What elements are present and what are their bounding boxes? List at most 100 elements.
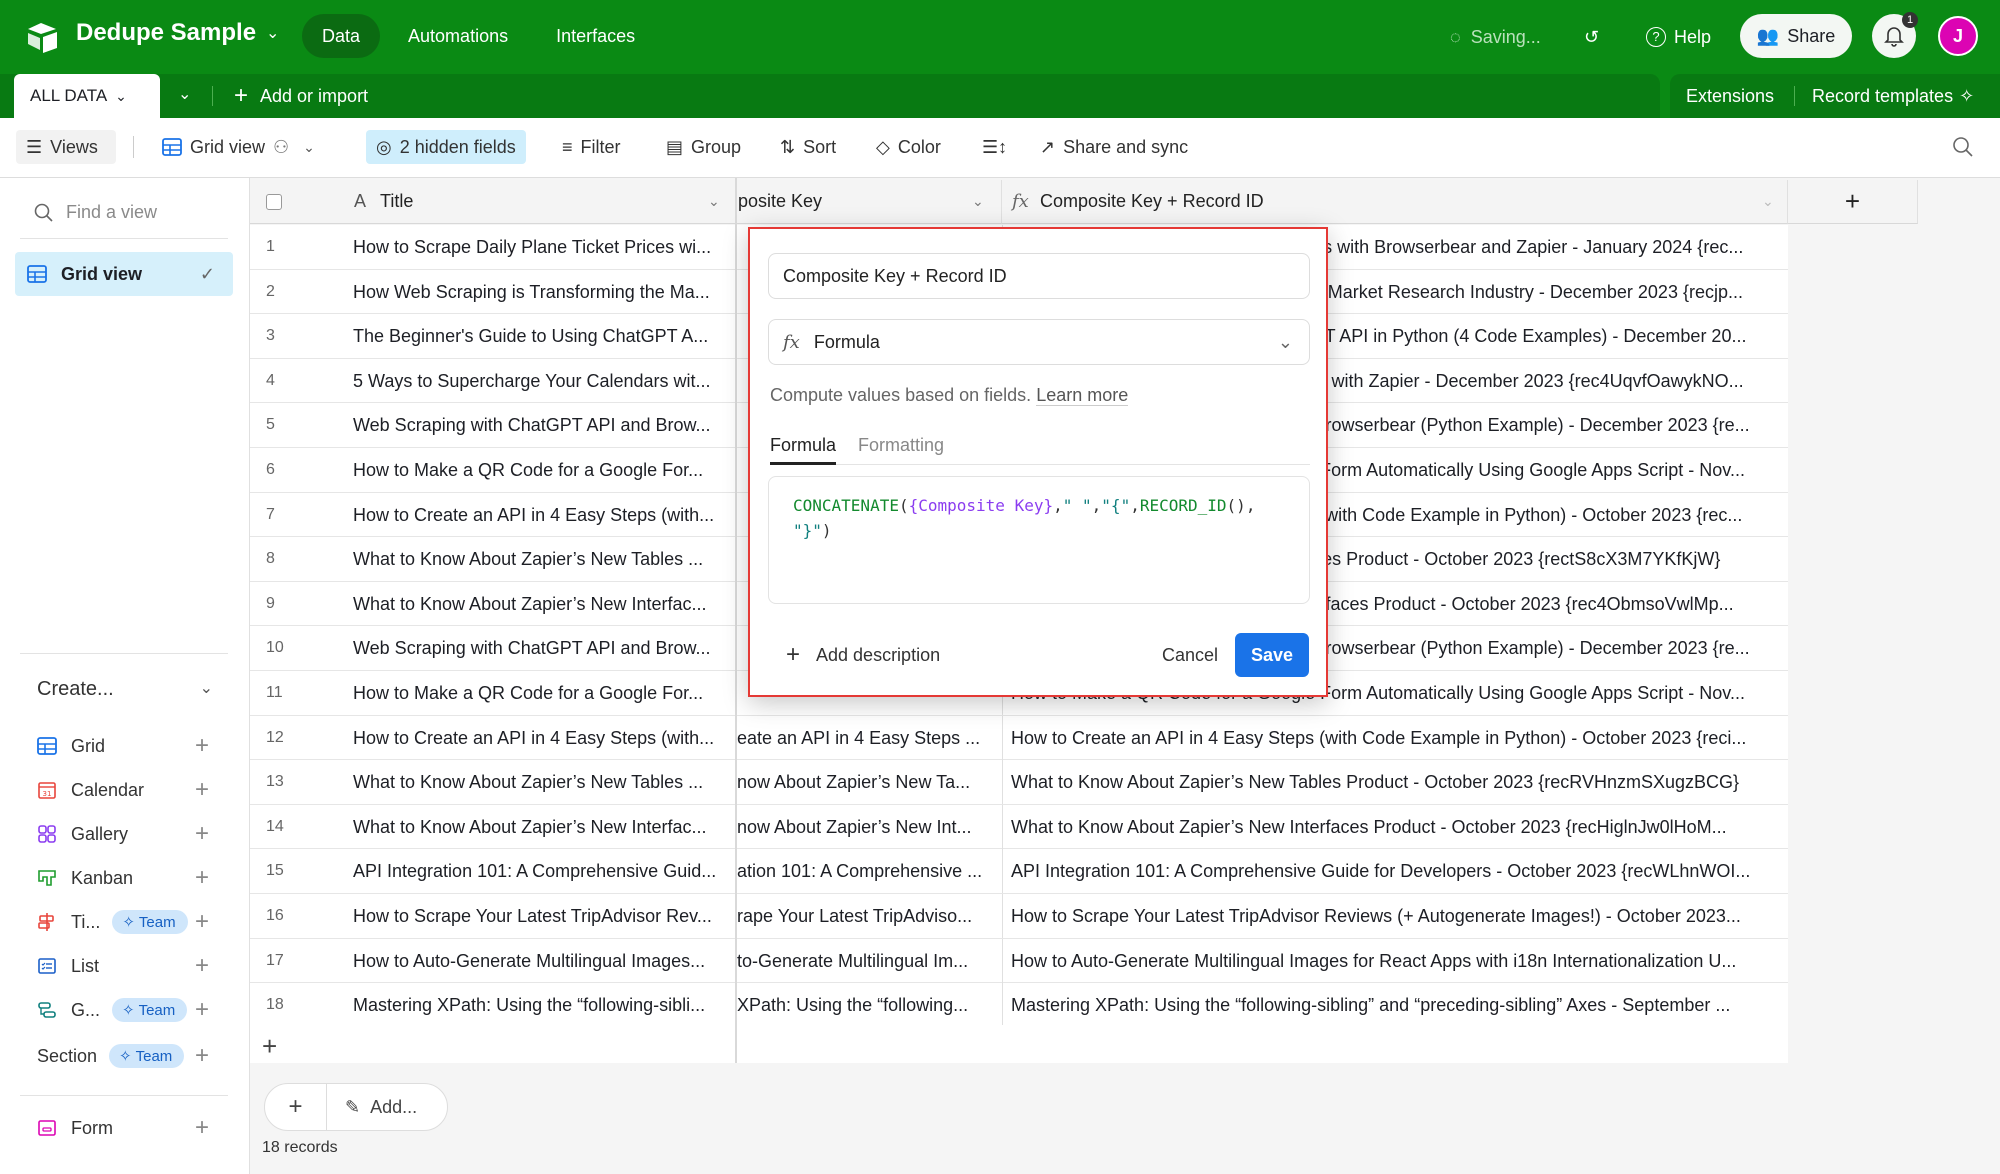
cell-composite-key[interactable]: eate an API in 4 Easy Steps ... [736,715,1034,760]
create-section[interactable]: Section ✧ Team + [37,1041,213,1071]
cell-title[interactable]: How to Auto-Generate Multilingual Images… [353,939,745,983]
cell-composite-key-record-id[interactable]: What to Know About Zapier’s New Interfac… [1002,804,1780,849]
table-row[interactable]: 13 What to Know About Zapier’s New Tables… [250,760,1788,805]
row-number[interactable]: 12 [266,716,306,760]
plus-icon[interactable]: + [195,908,209,936]
tables-dropdown-chevron-icon[interactable]: ⌄ [178,84,191,104]
create-grid-view[interactable]: Grid + [37,731,213,761]
cell-composite-key-record-id[interactable]: Mastering XPath: Using the “following-si… [1002,983,1780,1028]
table-row[interactable]: 14 What to Know About Zapier’s New Interf… [250,804,1788,850]
learn-more-link[interactable]: Learn more [1036,385,1129,406]
create-gantt-view[interactable]: G... ✧ Team + [37,995,213,1025]
plus-icon[interactable]: + [195,776,209,804]
table-row[interactable]: 15 API Integration 101: A Comprehensive G… [250,849,1788,894]
cell-title[interactable]: What to Know About Zapier’s New Interfac… [353,582,745,626]
hidden-fields-button[interactable]: ◎ 2 hidden fields [366,130,526,164]
cell-title[interactable]: What to Know About Zapier’s New Tables .… [353,537,745,581]
field-type-select[interactable]: fx Formula ⌄ [768,319,1310,365]
title-column-header[interactable]: A Title ⌄ [250,180,736,224]
chevron-down-icon[interactable]: ⌄ [972,193,984,210]
cell-title[interactable]: How Web Scraping is Transforming the Ma.… [353,270,745,314]
plus-icon[interactable]: + [195,732,209,760]
cell-title[interactable]: Mastering XPath: Using the “following-si… [353,983,745,1027]
cell-composite-key-record-id[interactable]: How to Auto-Generate Multilingual Images… [1002,938,1780,983]
cell-title[interactable]: API Integration 101: A Comprehensive Gui… [353,849,745,893]
nav-automations[interactable]: Automations [388,14,528,58]
avatar[interactable]: J [1938,16,1978,56]
formula-editor[interactable]: CONCATENATE({Composite Key}," ","{",RECO… [768,476,1310,604]
cell-composite-key[interactable]: now About Zapier’s New Ta... [736,760,1034,805]
cell-title[interactable]: How to Scrape Your Latest TripAdvisor Re… [353,894,745,938]
cell-title[interactable]: How to Create an API in 4 Easy Steps (wi… [353,493,745,537]
airtable-logo-icon[interactable] [26,20,60,54]
tab-all-data[interactable]: ALL DATA ⌄ [14,74,160,118]
cell-composite-key-record-id[interactable]: What to Know About Zapier’s New Tables P… [1002,760,1780,805]
select-all-checkbox[interactable] [266,193,282,210]
cell-composite-key[interactable]: XPath: Using the “following... [736,983,1034,1028]
create-timeline-view[interactable]: Ti... ✧ Team + [37,907,213,937]
create-list-view[interactable]: List + [37,951,213,981]
search-icon[interactable] [1952,136,1974,158]
row-number[interactable]: 13 [266,760,306,804]
grid-view-switcher[interactable]: Grid view ⚇ ⌄ [152,130,325,164]
row-number[interactable]: 7 [266,493,306,537]
row-number[interactable]: 10 [266,626,306,670]
row-number[interactable]: 17 [266,939,306,983]
row-number[interactable]: 9 [266,582,306,626]
sidebar-item-grid-view[interactable]: Grid view ✓ [15,252,233,296]
filter-button[interactable]: ≡ Filter [552,130,631,164]
row-number[interactable]: 3 [266,314,306,358]
plus-icon[interactable]: + [195,952,209,980]
cell-title[interactable]: What to Know About Zapier’s New Tables .… [353,760,745,804]
table-row[interactable]: 18 Mastering XPath: Using the “following-… [250,983,1788,1028]
composite-key-column-header[interactable]: Composite Key ⌄ [736,180,1002,224]
create-gallery-view[interactable]: Gallery + [37,819,213,849]
cell-composite-key-record-id[interactable]: How to Scrape Your Latest TripAdvisor Re… [1002,894,1780,938]
share-button[interactable]: 👥 Share [1740,14,1852,58]
cell-composite-key[interactable]: ation 101: A Comprehensive ... [736,849,1034,894]
help-button[interactable]: ? Help [1646,0,1711,74]
nav-interfaces[interactable]: Interfaces [536,14,655,58]
add-field-button[interactable]: + [1788,180,1918,224]
add-or-import-button[interactable]: + Add or import [234,74,368,118]
create-calendar-view[interactable]: 31 Calendar + [37,775,213,805]
cell-title[interactable]: The Beginner's Guide to Using ChatGPT A.… [353,314,745,358]
row-number[interactable]: 16 [266,894,306,938]
cell-composite-key[interactable]: to-Generate Multilingual Im... [736,938,1034,983]
group-button[interactable]: ▤ Group [656,130,751,164]
plus-icon[interactable]: + [195,820,209,848]
chevron-down-icon[interactable]: ⌄ [1762,193,1774,210]
table-row[interactable]: 16 How to Scrape Your Latest TripAdvisor … [250,894,1788,939]
cell-title[interactable]: 5 Ways to Supercharge Your Calendars wit… [353,359,745,403]
notifications-button[interactable]: 1 [1872,12,1918,58]
save-button[interactable]: Save [1235,633,1309,677]
record-templates-button[interactable]: Record templates ✧ [1812,74,1974,118]
table-row[interactable]: 12 How to Create an API in 4 Easy Steps (… [250,715,1788,761]
row-number[interactable]: 4 [266,359,306,403]
row-number[interactable]: 14 [266,805,306,849]
base-name-menu[interactable]: Dedupe Sample ⌄ [76,19,279,47]
composite-key-record-id-column-header[interactable]: fx Composite Key + Record ID ⌄ [1002,180,1788,224]
plus-icon[interactable]: + [195,1114,209,1142]
plus-icon[interactable]: + [195,996,209,1024]
add-description-button[interactable]: + Add description [786,641,940,669]
cell-title[interactable]: How to Scrape Daily Plane Ticket Prices … [353,225,745,269]
row-number[interactable]: 1 [266,225,306,269]
add-with-ai-button[interactable]: ✎ Add... [327,1097,417,1118]
cell-composite-key-record-id[interactable]: How to Create an API in 4 Easy Steps (wi… [1002,715,1780,760]
tab-formatting[interactable]: Formatting [858,435,944,464]
views-button[interactable]: ☰ Views [16,130,116,164]
row-number[interactable]: 15 [266,849,306,893]
sort-button[interactable]: ⇅ Sort [770,130,846,164]
cell-composite-key[interactable]: rape Your Latest TripAdviso... [736,894,1034,938]
row-number[interactable]: 11 [266,671,306,715]
nav-data[interactable]: Data [302,14,381,58]
create-view-section-toggle[interactable]: Create... ⌄ [37,678,213,701]
cell-title[interactable]: What to Know About Zapier’s New Interfac… [353,805,745,849]
plus-icon[interactable]: + [195,864,209,892]
cancel-button[interactable]: Cancel [1148,633,1232,677]
cell-title[interactable]: How to Create an API in 4 Easy Steps (wi… [353,716,745,760]
cell-composite-key[interactable]: now About Zapier’s New Int... [736,804,1034,849]
cell-title[interactable]: Web Scraping with ChatGPT API and Brow..… [353,626,745,670]
field-name-input[interactable]: Composite Key + Record ID [768,253,1310,299]
